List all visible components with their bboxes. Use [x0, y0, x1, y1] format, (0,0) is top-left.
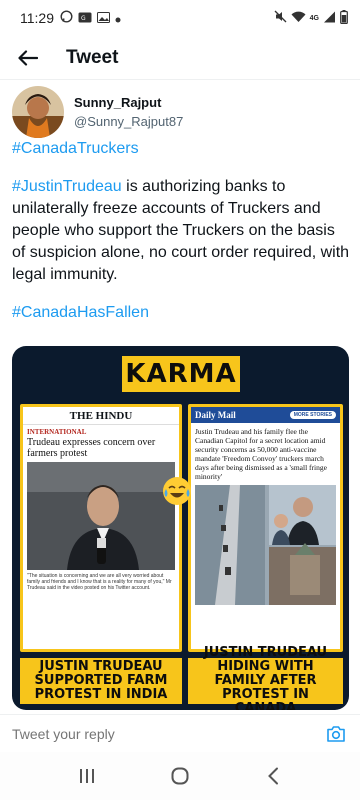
daily-mail-logo: Daily Mail [195, 410, 236, 420]
status-left-icons: G [60, 10, 121, 26]
reply-bar [0, 714, 360, 752]
wifi-icon [291, 10, 306, 26]
avatar[interactable] [12, 86, 64, 138]
status-bar: 11:29 G 4G [0, 0, 360, 36]
convoy-photo [195, 485, 336, 605]
paper-section: INTERNATIONAL [27, 428, 87, 436]
paper-masthead: Daily Mail MORE STORIES [191, 407, 340, 423]
karma-banner: KARMA [122, 356, 240, 392]
page-title: Tweet [66, 46, 119, 68]
signal-icon [323, 10, 336, 26]
recent-apps-button[interactable] [67, 756, 107, 796]
more-stories-badge: MORE STORIES [289, 411, 336, 419]
news-card-daily-mail: Daily Mail MORE STORIES Justin Trudeau a… [188, 404, 343, 652]
mute-icon [274, 10, 287, 26]
hashtag-link[interactable]: #CanadaTruckers [12, 140, 139, 157]
status-right-icons: 4G [274, 9, 348, 27]
dot-icon [115, 10, 121, 26]
tweet-author[interactable]: Sunny_Rajput @Sunny_Rajput87 [12, 86, 183, 138]
paper-masthead: THE HINDU [23, 407, 179, 425]
news-card-the-hindu: THE HINDU INTERNATIONAL Trudeau expresse… [20, 404, 182, 652]
tweet-text: #CanadaTruckers #JustinTrudeau is author… [12, 138, 352, 324]
home-icon [171, 767, 189, 785]
back-button[interactable] [253, 756, 293, 796]
tweet-paragraph-1: #CanadaTruckers [12, 138, 352, 160]
status-time: 11:29 [20, 10, 54, 26]
reply-input[interactable] [12, 725, 324, 742]
back-arrow-icon [18, 49, 38, 66]
svg-text:G: G [81, 15, 86, 22]
gallery-icon: G [78, 10, 92, 26]
camera-button[interactable] [324, 722, 348, 746]
hashtag-link[interactable]: #JustinTrudeau [12, 178, 122, 195]
camera-icon [327, 725, 345, 742]
system-nav-bar [0, 752, 360, 800]
image-icon [97, 10, 110, 26]
author-names: Sunny_Rajput @Sunny_Rajput87 [74, 95, 183, 129]
tweet-paragraph-2: #JustinTrudeau is authorizing banks to u… [12, 176, 352, 286]
user-handle[interactable]: @Sunny_Rajput87 [74, 114, 183, 129]
paper-headline: Trudeau expresses concern over farmers p… [27, 437, 156, 459]
back-arrow-button[interactable] [16, 46, 40, 70]
tweet-media-image[interactable]: KARMA THE HINDU INTERNATIONAL Trudeau ex… [12, 346, 349, 710]
paper-headline: Justin Trudeau and his family flee the C… [195, 427, 327, 481]
recent-apps-icon [79, 769, 94, 783]
4g-icon: 4G [309, 14, 319, 22]
home-button[interactable] [160, 756, 200, 796]
hashtag-link[interactable]: #CanadaHasFallen [12, 304, 149, 321]
left-caption: JUSTIN TRUDEAU SUPPORTED FARM PROTEST IN… [20, 658, 182, 704]
right-caption: JUSTIN TRUDEAU HIDING WITH FAMILY AFTER … [188, 646, 343, 710]
battery-icon [340, 9, 348, 27]
top-app-bar: Tweet [0, 36, 360, 80]
laughing-emoji-icon [162, 476, 192, 506]
paper-caption: "The situation is concerning and we are … [27, 573, 172, 591]
back-chevron-icon [268, 767, 279, 785]
tweet-paragraph-3: #CanadaHasFallen [12, 302, 352, 324]
whatsapp-icon [60, 10, 73, 26]
trudeau-photo [27, 462, 175, 570]
display-name[interactable]: Sunny_Rajput [74, 95, 183, 110]
